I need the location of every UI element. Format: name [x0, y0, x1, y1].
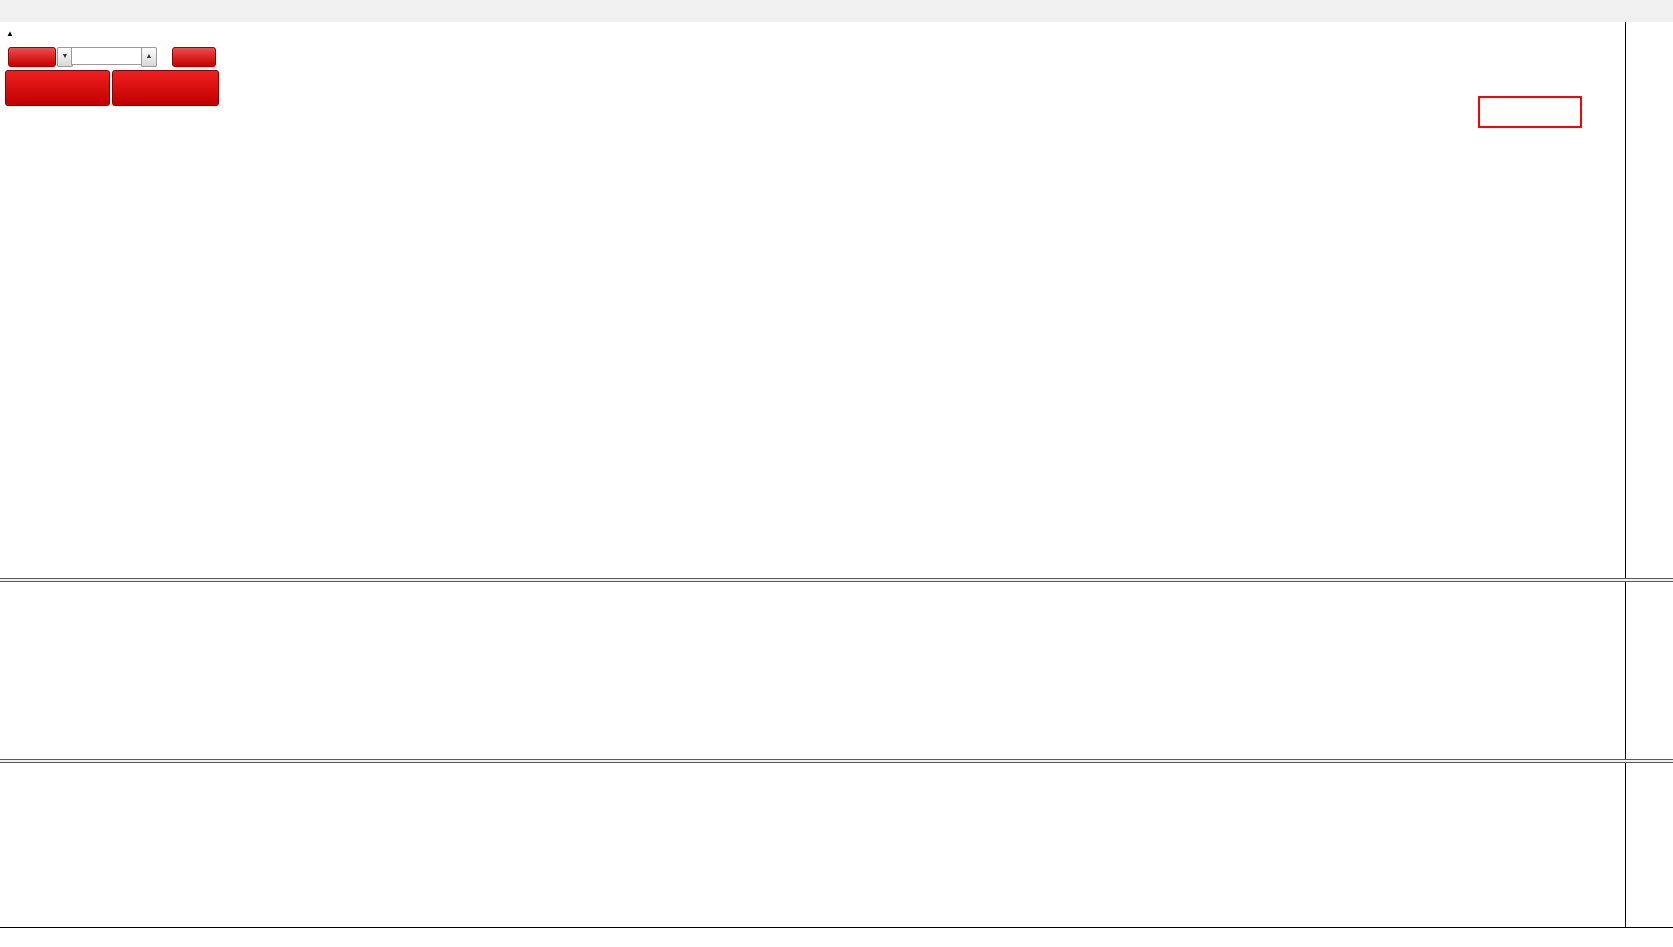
buy-button[interactable]: [172, 47, 216, 67]
macd-pane-canvas[interactable]: [0, 582, 1625, 759]
price-axis[interactable]: [1625, 22, 1673, 927]
volume-input[interactable]: [71, 47, 147, 65]
macd-pane-splitter[interactable]: [0, 578, 1673, 582]
mt4-window: ▲ ▼ ▲: [0, 0, 1673, 947]
sell-button[interactable]: [8, 47, 56, 67]
rsi-pane-splitter[interactable]: [0, 759, 1673, 763]
time-axis[interactable]: [0, 927, 1673, 947]
buy-quote-panel[interactable]: [112, 70, 219, 106]
sell-quote-panel[interactable]: [5, 70, 110, 106]
chart-title: ▲: [6, 27, 17, 39]
volume-up-button[interactable]: ▲: [141, 47, 157, 67]
main-chart-canvas[interactable]: [0, 22, 1625, 578]
collapse-icon[interactable]: ▲: [6, 29, 14, 38]
rsi-pane-canvas[interactable]: [0, 763, 1625, 927]
price-level-callout[interactable]: [1478, 96, 1582, 128]
main-toolbar: [0, 0, 1673, 23]
